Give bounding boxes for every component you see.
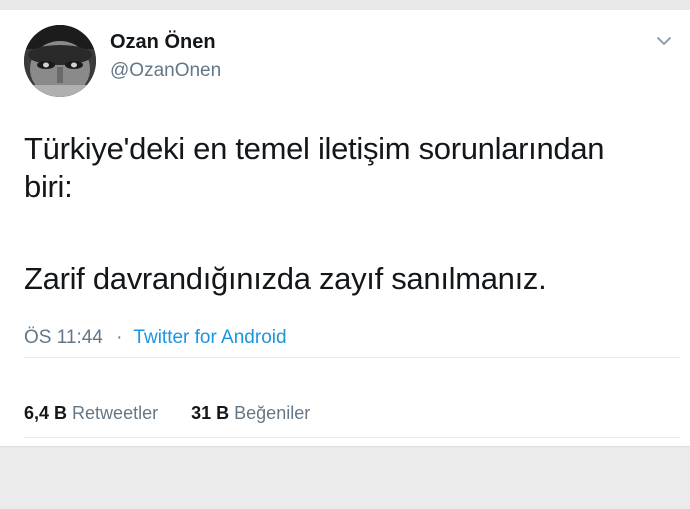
profile-photo-icon [24,25,96,97]
divider [24,437,680,438]
tweet-text: Türkiye'deki en temel iletişim sorunları… [24,130,684,298]
retweets-label: Retweetler [72,403,159,423]
divider [24,357,680,358]
top-background [0,0,690,10]
chevron-down-icon[interactable] [656,35,672,47]
tweet-line: biri: [24,169,73,204]
tweet-card: Ozan Önen @OzanOnen Türkiye'deki en teme… [0,10,690,446]
retweets-stat[interactable]: 6,4 B Retweetler [24,403,163,423]
likes-label: Beğeniler [234,403,311,423]
likes-count: 31 B [191,403,230,423]
tweet-line: Zarif davrandığınızda zayıf sanılmanız. [24,261,547,296]
tweet-line: Türkiye'deki en temel iletişim sorunları… [24,131,605,166]
tweet-timestamp[interactable]: ÖS 11:44 [24,327,103,348]
tweet-meta: ÖS 11:44 · Twitter for Android [24,327,287,349]
likes-stat[interactable]: 31 B Beğeniler [191,403,310,423]
avatar[interactable] [24,25,96,97]
tweet-stats: 6,4 B Retweetler 31 B Beğeniler [24,403,310,424]
retweets-count: 6,4 B [24,403,68,423]
author-display-name[interactable]: Ozan Önen [110,31,216,54]
author-handle[interactable]: @OzanOnen [110,60,221,82]
tweet-source-link[interactable]: Twitter for Android [133,327,286,348]
bottom-background [0,446,690,509]
meta-separator: · [116,327,123,348]
